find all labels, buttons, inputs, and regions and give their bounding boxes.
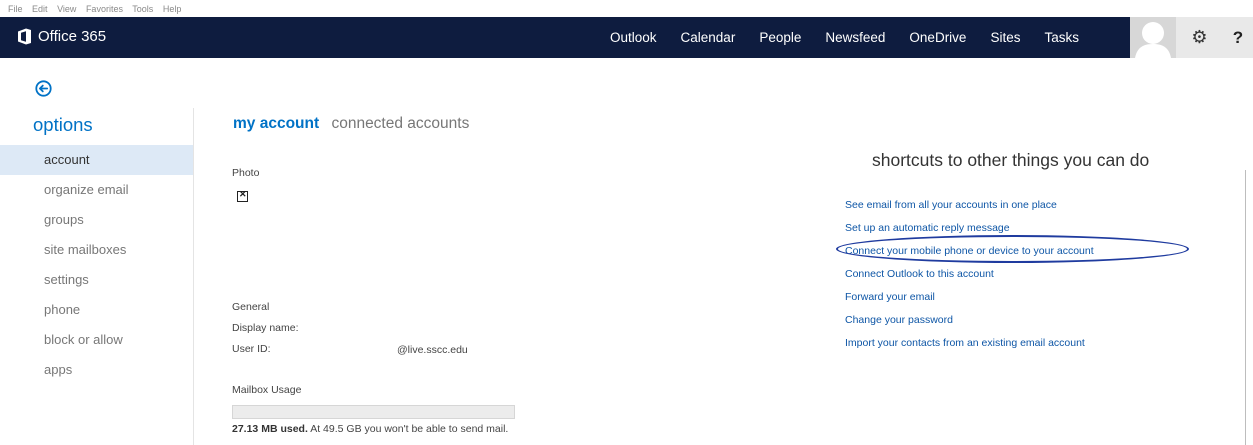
shortcut-link-change-password[interactable]: Change your password — [845, 314, 953, 326]
back-button[interactable] — [35, 80, 52, 97]
gear-icon: ⚙ — [1191, 27, 1208, 47]
mailbox-usage-text: 27.13 MB used. At 49.5 GB you won't be a… — [232, 424, 522, 435]
office-logo-icon — [17, 28, 32, 45]
nav-calendar[interactable]: Calendar — [681, 30, 736, 45]
tab-my-account[interactable]: my account — [233, 115, 319, 132]
nav-newsfeed[interactable]: Newsfeed — [825, 30, 885, 45]
help-icon: ? — [1232, 27, 1244, 47]
sidebar-item-groups[interactable]: groups — [0, 205, 193, 235]
tab-connected-accounts[interactable]: connected accounts — [331, 115, 469, 132]
highlight-ellipse — [836, 235, 1189, 263]
nav-tasks[interactable]: Tasks — [1044, 30, 1079, 45]
nav-outlook[interactable]: Outlook — [610, 30, 657, 45]
browser-menu-bar: File Edit View Favorites Tools Help — [0, 0, 1253, 17]
back-arrow-icon — [35, 80, 52, 97]
avatar[interactable] — [1130, 17, 1176, 58]
menu-help[interactable]: Help — [163, 4, 182, 14]
scrollbar-track[interactable] — [1245, 170, 1246, 445]
shortcut-link-all-accounts[interactable]: See email from all your accounts in one … — [845, 199, 1057, 211]
menu-file[interactable]: File — [8, 4, 23, 14]
brand[interactable]: Office 365 — [17, 28, 106, 45]
menu-edit[interactable]: Edit — [32, 4, 48, 14]
sidebar-item-account[interactable]: account — [0, 145, 193, 175]
options-title: options — [33, 114, 93, 135]
user-id-value: @live.sscc.edu — [397, 344, 468, 356]
nav-sites[interactable]: Sites — [990, 30, 1020, 45]
shortcuts-title: shortcuts to other things you can do — [872, 150, 1150, 170]
photo-placeholder-icon[interactable] — [237, 189, 248, 202]
menu-favorites[interactable]: Favorites — [86, 4, 123, 14]
usage-used: 27.13 MB used. — [232, 423, 308, 435]
settings-gear-button[interactable]: ⚙ — [1176, 17, 1223, 58]
shortcut-link-import-contacts[interactable]: Import your contacts from an existing em… — [845, 337, 1085, 349]
mailbox-usage-label: Mailbox Usage — [232, 384, 302, 396]
sidebar-item-site-mailboxes[interactable]: site mailboxes — [0, 235, 193, 265]
sidebar-item-organize-email[interactable]: organize email — [0, 175, 193, 205]
usage-note: At 49.5 GB you won't be able to send mai… — [307, 423, 509, 435]
top-nav: Outlook Calendar People Newsfeed OneDriv… — [598, 17, 1091, 58]
user-id-label: User ID: — [232, 343, 271, 355]
sidebar: account organize email groups site mailb… — [0, 145, 193, 385]
menu-tools[interactable]: Tools — [132, 4, 153, 14]
display-name-label: Display name: — [232, 322, 299, 334]
help-button[interactable]: ? — [1223, 17, 1253, 58]
menu-view[interactable]: View — [57, 4, 76, 14]
nav-onedrive[interactable]: OneDrive — [909, 30, 966, 45]
sidebar-divider — [193, 108, 194, 445]
general-label: General — [232, 301, 270, 313]
sidebar-item-settings[interactable]: settings — [0, 265, 193, 295]
app-top-bar: Office 365 Outlook Calendar People Newsf… — [0, 17, 1253, 58]
sidebar-item-phone[interactable]: phone — [0, 295, 193, 325]
user-silhouette-icon — [1135, 22, 1171, 58]
sidebar-item-apps[interactable]: apps — [0, 355, 193, 385]
shortcut-link-forward-email[interactable]: Forward your email — [845, 291, 935, 303]
account-tabs: my account connected accounts — [233, 115, 469, 133]
nav-people[interactable]: People — [759, 30, 801, 45]
photo-label: Photo — [232, 167, 260, 179]
brand-name: Office 365 — [38, 28, 107, 45]
shortcut-link-automatic-reply[interactable]: Set up an automatic reply message — [845, 222, 1010, 234]
sidebar-item-block-or-allow[interactable]: block or allow — [0, 325, 193, 355]
shortcut-link-connect-outlook[interactable]: Connect Outlook to this account — [845, 268, 994, 280]
mailbox-usage-bar — [232, 405, 515, 419]
